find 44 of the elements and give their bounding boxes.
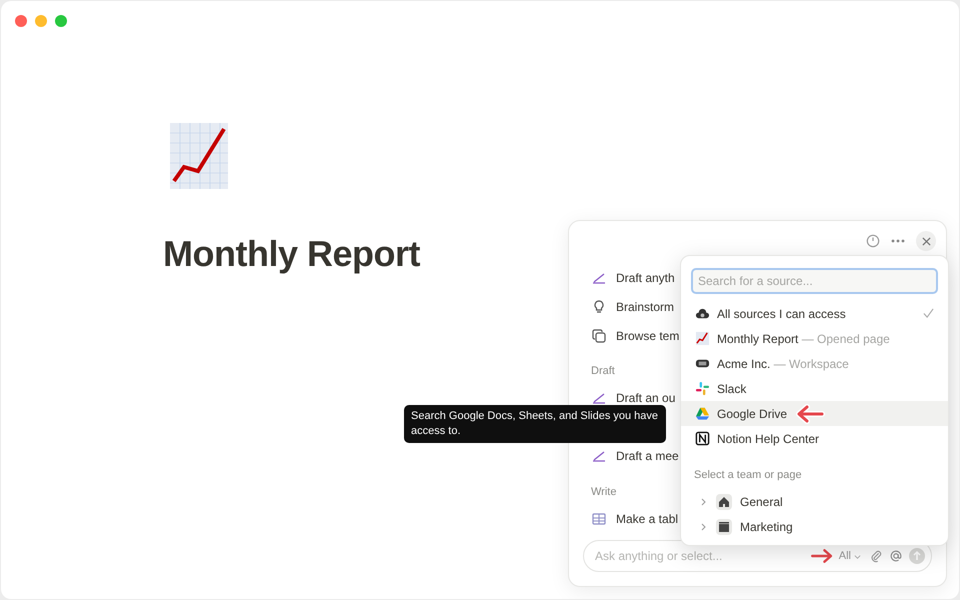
page-title: Monthly Report (163, 232, 420, 276)
close-button[interactable] (916, 231, 936, 251)
house-icon (716, 494, 732, 510)
table-icon (591, 510, 607, 526)
tooltip: Search Google Docs, Sheets, and Slides you have access to. (404, 405, 666, 443)
zoom-window-button[interactable] (55, 15, 67, 27)
chevron-right-icon[interactable] (700, 498, 708, 506)
section-heading: Draft (591, 364, 615, 379)
cloud-icon (695, 306, 710, 321)
close-window-button[interactable] (15, 15, 27, 27)
suggestion-item[interactable]: Draft a mee (591, 442, 679, 470)
source-option[interactable]: Notion Help Center (681, 426, 948, 451)
section-heading: Select a team or page (693, 468, 803, 483)
chart-icon (695, 331, 710, 346)
clapperboard-icon (716, 519, 732, 535)
source-option[interactable]: Google Drive (681, 401, 948, 426)
suggestion-item[interactable]: Make a tabl (591, 504, 678, 533)
arrow-icon (794, 404, 826, 424)
copy-icon (591, 328, 607, 344)
section-heading: Write (591, 484, 616, 500)
minimize-window-button[interactable] (35, 15, 47, 27)
source-option[interactable]: Acme Inc. — Workspace (681, 351, 948, 376)
suggestion-item[interactable]: Browse tem (591, 321, 680, 350)
send-button[interactable] (909, 548, 925, 564)
mention-icon[interactable] (889, 549, 903, 563)
source-option[interactable]: All sources I can access (681, 301, 948, 326)
drive-icon (695, 406, 710, 421)
ask-input[interactable]: Ask anything or select... (595, 547, 809, 565)
arrow-icon (808, 547, 835, 565)
close-icon (922, 236, 930, 246)
team-item[interactable]: General (681, 490, 948, 514)
source-option[interactable]: Monthly Report — Opened page (681, 326, 948, 351)
suggestion-item[interactable]: Draft anyth (591, 263, 675, 292)
suggestion-item[interactable]: Brainstorm (591, 292, 674, 321)
chart-icon (168, 121, 230, 191)
chevron-down-icon (854, 552, 861, 560)
notion-icon (695, 431, 710, 446)
team-item[interactable]: Marketing (681, 514, 948, 540)
paperclip-icon[interactable] (869, 549, 883, 563)
source-option[interactable]: Slack (681, 376, 948, 401)
clock-icon[interactable] (866, 234, 880, 248)
slack-icon (695, 381, 710, 396)
source-search-field[interactable]: Search for a source... (691, 268, 938, 294)
chevron-right-icon[interactable] (700, 523, 708, 531)
